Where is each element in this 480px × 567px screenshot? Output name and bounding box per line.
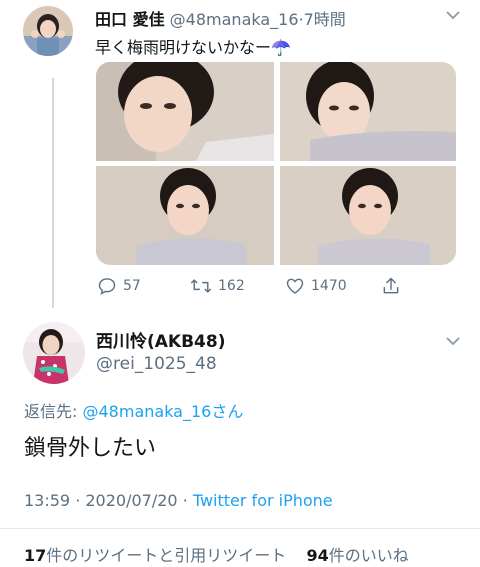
like-stat-count: 94: [306, 546, 329, 565]
chevron-down-icon[interactable]: [446, 334, 460, 350]
replying-to-link[interactable]: @48manaka_16さん: [83, 402, 244, 421]
parent-tweet-time[interactable]: 7時間: [304, 10, 346, 29]
tweet-photo-4[interactable]: [280, 166, 456, 265]
tweet-photo-1[interactable]: [96, 62, 274, 161]
divider: [0, 528, 480, 529]
like-stat-label: 件のいいね: [328, 546, 409, 565]
replying-to-line: 返信先: @48manaka_16さん: [24, 398, 243, 422]
retweet-count: 162: [218, 278, 245, 294]
retweet-icon: [190, 276, 212, 296]
like-action[interactable]: 1470: [285, 276, 347, 296]
like-stat[interactable]: 94件のいいね: [306, 546, 408, 565]
tweet-meta: 13:59 · 2020/07/20 · Twitter for iPhone: [24, 491, 333, 510]
parent-tweet-text: 早く梅雨明けないかなー☂️: [95, 38, 291, 57]
replying-prefix: 返信先:: [24, 402, 78, 421]
tweet-photo-3[interactable]: [96, 166, 274, 265]
reply-icon: [97, 276, 117, 296]
share-action[interactable]: [381, 276, 401, 296]
parent-author-handle[interactable]: @48manaka_16: [170, 10, 299, 29]
parent-tweet-header: 田口 愛佳 @48manaka_16·7時間: [95, 6, 346, 30]
retweet-stat-count: 17: [24, 546, 47, 565]
thread-connector-line: [52, 78, 54, 308]
reply-action[interactable]: 57: [97, 276, 141, 296]
like-icon: [285, 276, 305, 296]
reply-count: 57: [123, 278, 141, 294]
main-tweet-text: 鎖骨外したい: [24, 436, 157, 461]
chevron-down-icon[interactable]: [446, 8, 460, 24]
retweet-stat[interactable]: 17件のリツイートと引用リツイート: [24, 546, 286, 565]
avatar-parent-author[interactable]: [23, 6, 73, 56]
tweet-client-link[interactable]: Twitter for iPhone: [193, 491, 333, 510]
tweet-photo-2[interactable]: [280, 62, 456, 161]
engagement-stats: 17件のリツイートと引用リツイート 94件のいいね: [24, 542, 409, 566]
main-author-handle[interactable]: @rei_1025_48: [96, 354, 217, 374]
main-author-name[interactable]: 西川怜(AKB48): [96, 327, 225, 352]
like-count: 1470: [311, 278, 347, 294]
share-icon: [381, 276, 401, 296]
retweet-action[interactable]: 162: [190, 276, 245, 296]
retweet-stat-label: 件のリツイートと引用リツイート: [46, 546, 287, 565]
parent-author-name[interactable]: 田口 愛佳: [95, 10, 165, 29]
avatar-main-author[interactable]: [23, 322, 85, 384]
tweet-timestamp[interactable]: 13:59 · 2020/07/20 ·: [24, 491, 193, 510]
